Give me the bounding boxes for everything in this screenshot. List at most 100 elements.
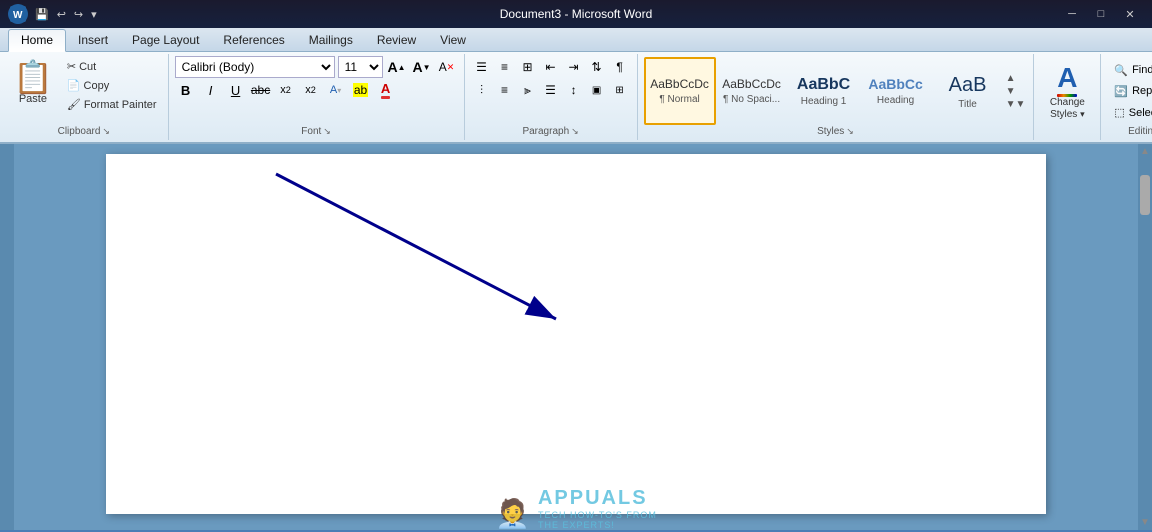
paragraph-group-label: Paragraph ↘: [471, 126, 631, 138]
font-family-select[interactable]: Calibri (Body): [175, 56, 335, 78]
multilevel-btn[interactable]: ⊞: [517, 56, 539, 78]
tab-references[interactable]: References: [211, 30, 296, 51]
font-color-button[interactable]: A: [375, 79, 397, 101]
show-marks-btn[interactable]: ¶: [609, 56, 631, 78]
font-grow-btn[interactable]: A▲: [386, 56, 408, 78]
underline-button[interactable]: U: [225, 79, 247, 101]
highlight-button[interactable]: ab: [350, 79, 372, 101]
font-group: Calibri (Body) 11 A▲ A▼ A✕ B I U abc x2 …: [169, 54, 465, 140]
svg-text:W: W: [13, 10, 23, 21]
left-ruler: [0, 144, 14, 530]
document-main[interactable]: 🧑‍💼 APPUALS TECH HOW-TO'S FROMTHE EXPERT…: [14, 144, 1138, 530]
clipboard-group-label: Clipboard ↘: [6, 126, 162, 138]
text-effects-btn[interactable]: A▾: [325, 79, 347, 101]
align-center-btn[interactable]: ≡: [494, 79, 516, 101]
tab-mailings[interactable]: Mailings: [297, 30, 365, 51]
document-area: 🧑‍💼 APPUALS TECH HOW-TO'S FROMTHE EXPERT…: [0, 144, 1152, 530]
scrollbar[interactable]: ▲ ▼: [1138, 144, 1152, 530]
select-label: Select ▾: [1129, 106, 1152, 119]
replace-button[interactable]: 🔄 Replace: [1107, 82, 1152, 101]
paste-button[interactable]: 📋 Paste: [6, 56, 60, 110]
style-normal[interactable]: AaBbCcDc ¶ Normal: [644, 57, 716, 125]
style-title-preview: AaB: [935, 73, 1001, 97]
italic-button[interactable]: I: [200, 79, 222, 101]
scissors-icon: ✂: [67, 60, 76, 73]
superscript-button[interactable]: x2: [300, 79, 322, 101]
justify-btn[interactable]: ☰: [540, 79, 562, 101]
undo-quick-btn[interactable]: ↩: [54, 7, 69, 22]
align-right-btn[interactable]: ⫸: [517, 79, 539, 101]
bullets-btn[interactable]: ☰: [471, 56, 493, 78]
font-shrink-btn[interactable]: A▼: [411, 56, 433, 78]
styles-group: AaBbCcDc ¶ Normal AaBbCcDc ¶ No Spaci...…: [638, 54, 1035, 140]
font-row-2: B I U abc x2 x2 A▾ ab A: [175, 79, 397, 101]
cut-button[interactable]: ✂ Cut: [62, 58, 162, 75]
paragraph-content: ☰ ≡ ⊞ ⇤ ⇥ ⇅ ¶ ⫶ ≡ ⫸ ☰ ↕ ▣ ⊞: [471, 56, 631, 126]
para-row-2: ⫶ ≡ ⫸ ☰ ↕ ▣ ⊞: [471, 79, 631, 101]
style-heading2[interactable]: AaBbCc Heading: [860, 57, 932, 125]
find-button[interactable]: 🔍 Find ▾: [1107, 61, 1152, 80]
customize-quick-btn[interactable]: ▾: [88, 7, 100, 22]
styles-expand-icon[interactable]: ↘: [846, 126, 854, 137]
font-group-label: Font ↘: [175, 126, 458, 138]
copy-icon: 📄: [67, 79, 81, 92]
styles-more[interactable]: ▼▼: [1006, 99, 1026, 110]
paragraph-expand-icon[interactable]: ↘: [571, 126, 579, 137]
borders-btn[interactable]: ⊞: [609, 79, 631, 101]
tab-view[interactable]: View: [428, 30, 478, 51]
paintbrush-icon: 🖌: [67, 98, 81, 111]
numbering-btn[interactable]: ≡: [494, 56, 516, 78]
style-nospace-preview: AaBbCcDc: [719, 77, 785, 91]
format-painter-label: Format Painter: [84, 99, 157, 111]
editing-group-label: Editing: [1107, 126, 1152, 138]
bold-button[interactable]: B: [175, 79, 197, 101]
select-button[interactable]: ⬚ Select ▾: [1107, 103, 1152, 122]
title-bar: W 💾 ↩ ↪ ▾ Document3 - Microsoft Word ─ □…: [0, 0, 1152, 28]
clipboard-group: 📋 Paste ✂ Cut 📄 Copy 🖌 Format Painter: [0, 54, 169, 140]
tab-insert[interactable]: Insert: [66, 30, 120, 51]
redo-quick-btn[interactable]: ↪: [71, 7, 86, 22]
style-title[interactable]: AaB Title: [932, 57, 1004, 125]
style-no-spacing[interactable]: AaBbCcDc ¶ No Spaci...: [716, 57, 788, 125]
minimize-btn[interactable]: ─: [1058, 4, 1086, 24]
shading-btn[interactable]: ▣: [586, 79, 608, 101]
scrollbar-thumb[interactable]: [1140, 175, 1150, 215]
cut-label: Cut: [79, 61, 96, 73]
document-page[interactable]: [106, 154, 1046, 514]
copy-button[interactable]: 📄 Copy: [62, 77, 162, 94]
tab-review[interactable]: Review: [365, 30, 428, 51]
style-heading1[interactable]: AaBbC Heading 1: [788, 57, 860, 125]
align-left-btn[interactable]: ⫶: [471, 79, 493, 101]
strikethrough-button[interactable]: abc: [250, 79, 272, 101]
change-styles-button[interactable]: A ChangeStyles ▾: [1040, 57, 1094, 126]
close-btn[interactable]: ✕: [1116, 4, 1144, 24]
font-size-select[interactable]: 11: [338, 56, 383, 78]
clipboard-expand-icon[interactable]: ↘: [102, 126, 110, 137]
clear-formatting-btn[interactable]: A✕: [436, 56, 458, 78]
increase-indent-btn[interactable]: ⇥: [563, 56, 585, 78]
style-h1-label: Heading 1: [801, 96, 847, 107]
style-nospace-label: ¶ No Spaci...: [723, 94, 780, 105]
styles-scroll-down[interactable]: ▼: [1006, 86, 1026, 97]
maximize-btn[interactable]: □: [1087, 4, 1115, 24]
styles-scroll-up[interactable]: ▲: [1006, 73, 1026, 84]
window-controls: ─ □ ✕: [1058, 4, 1144, 24]
editing-group: 🔍 Find ▾ 🔄 Replace ⬚ Select ▾ Editing: [1101, 54, 1152, 140]
font-row-1: Calibri (Body) 11 A▲ A▼ A✕: [175, 56, 458, 78]
font-expand-icon[interactable]: ↘: [323, 126, 331, 137]
sort-btn[interactable]: ⇅: [586, 56, 608, 78]
decrease-indent-btn[interactable]: ⇤: [540, 56, 562, 78]
paragraph-group: ☰ ≡ ⊞ ⇤ ⇥ ⇅ ¶ ⫶ ≡ ⫸ ☰ ↕ ▣ ⊞ Paragraph ↘: [465, 54, 638, 140]
format-painter-button[interactable]: 🖌 Format Painter: [62, 96, 162, 113]
save-quick-btn[interactable]: 💾: [32, 7, 52, 22]
change-styles-group-label: [1040, 126, 1094, 138]
change-styles-icon: A: [1057, 62, 1077, 97]
find-label: Find: [1132, 64, 1152, 76]
subscript-button[interactable]: x2: [275, 79, 297, 101]
tab-home[interactable]: Home: [8, 29, 66, 52]
ribbon-tabs: Home Insert Page Layout References Maili…: [0, 28, 1152, 52]
tab-page-layout[interactable]: Page Layout: [120, 30, 211, 51]
clipboard-small-btns: ✂ Cut 📄 Copy 🖌 Format Painter: [62, 56, 162, 113]
styles-content: AaBbCcDc ¶ Normal AaBbCcDc ¶ No Spaci...…: [644, 56, 1028, 126]
line-spacing-btn[interactable]: ↕: [563, 79, 585, 101]
